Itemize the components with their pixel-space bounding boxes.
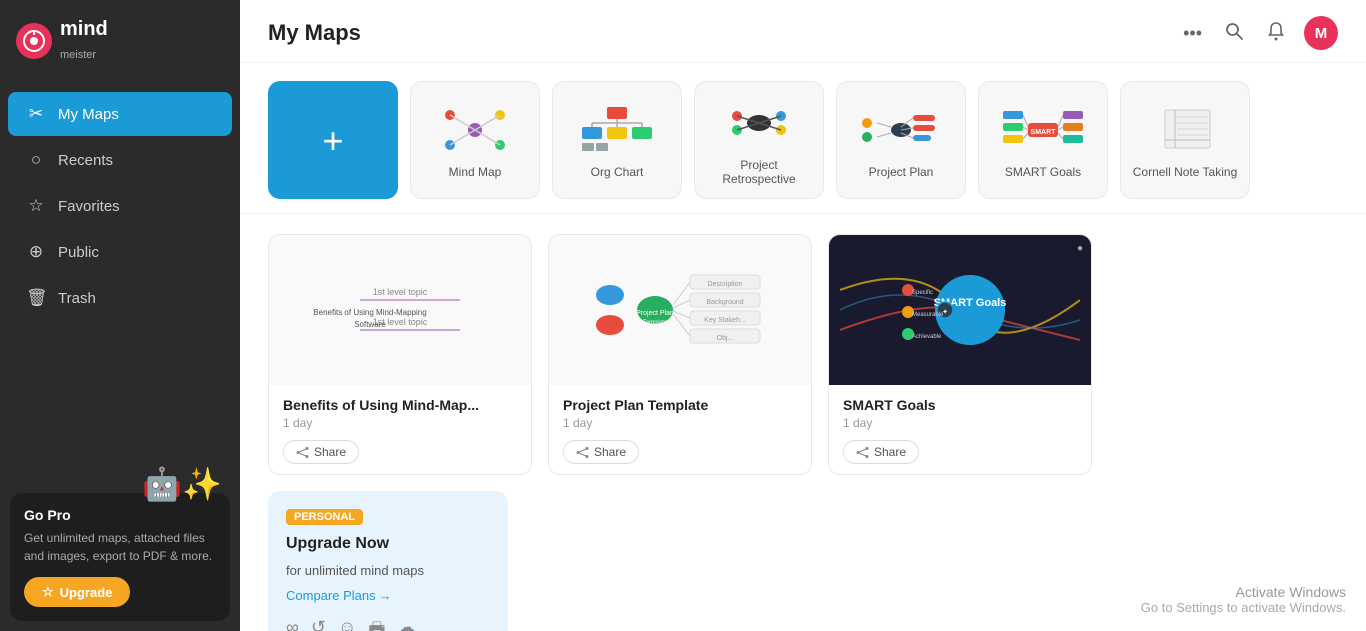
svg-text:Benefits of Using Mind-Mapping: Benefits of Using Mind-Mapping	[313, 308, 426, 317]
svg-text:Obj...: Obj...	[717, 335, 734, 342]
template-project-plan[interactable]: Project Plan	[836, 81, 966, 199]
globe-icon: ⊕	[26, 242, 46, 262]
sidebar-label-favorites: Favorites	[58, 198, 120, 215]
main-content: My Maps ••• M +	[240, 0, 1366, 631]
svg-text:Template: Template	[643, 320, 668, 326]
map-info-smart-goals: SMART Goals 1 day Share	[829, 385, 1091, 474]
map-name-smart-goals: SMART Goals	[843, 397, 1077, 413]
sidebar-item-public[interactable]: ⊕ Public	[8, 230, 232, 274]
notification-icon[interactable]	[1262, 17, 1290, 50]
upgrade-feature-icons: ∞ ↺ ☺ 🖶 ☁	[286, 617, 490, 631]
org-chart-thumb	[577, 103, 657, 157]
search-icon[interactable]	[1220, 17, 1248, 50]
plan-label: Project Plan	[869, 165, 934, 179]
svg-text:Specific: Specific	[912, 290, 933, 296]
map-time-benefits: 1 day	[283, 416, 517, 430]
sidebar-label-trash: Trash	[58, 290, 96, 307]
main-header: My Maps ••• M	[240, 0, 1366, 63]
sidebar-nav: ✂ My Maps ○ Recents ☆ Favorites ⊕ Public…	[0, 82, 240, 483]
header-icons: ••• M	[1179, 16, 1338, 50]
user-avatar[interactable]: M	[1304, 16, 1338, 50]
map-thumb-project-plan: Project Plan Template Description Backgr…	[549, 235, 811, 385]
map-card-smart-goals[interactable]: SMART Goals ✦ Specific Measurable Achiev…	[828, 234, 1092, 475]
svg-text:Background: Background	[706, 299, 743, 306]
svg-text:Achievable: Achievable	[912, 334, 942, 340]
arrow-right-icon: →	[379, 588, 392, 603]
sidebar-item-my-maps[interactable]: ✂ My Maps	[8, 92, 232, 136]
face-icon: ☺	[338, 617, 356, 631]
map-card-benefits[interactable]: 1st level topic 1st level topic Benefits…	[268, 234, 532, 475]
upgrade-title: Upgrade Now	[286, 535, 490, 553]
go-pro-description: Get unlimited maps, attached files and i…	[24, 529, 216, 565]
star-upgrade-icon: ☆	[42, 584, 54, 600]
svg-text:Description: Description	[707, 281, 742, 288]
svg-text:SMART: SMART	[1031, 129, 1057, 136]
retro-thumb	[719, 96, 799, 150]
page-title: My Maps	[268, 20, 361, 46]
sidebar-item-trash[interactable]: 🗑 Trash	[8, 276, 232, 320]
more-options-icon[interactable]: •••	[1179, 19, 1206, 48]
go-pro-banner: 🤖✨ Go Pro Get unlimited maps, attached f…	[10, 493, 230, 621]
mind-map-label: Mind Map	[449, 165, 502, 179]
trash-icon: 🗑	[26, 288, 46, 308]
sidebar-label-public: Public	[58, 244, 99, 261]
plan-thumb	[861, 103, 941, 157]
infinity-icon: ∞	[286, 617, 299, 631]
templates-row: + Mind Map	[240, 63, 1366, 214]
logo[interactable]: mindmeister	[0, 0, 240, 82]
cloud-icon: ☁	[397, 617, 415, 631]
cornell-label: Cornell Note Taking	[1133, 165, 1238, 179]
sidebar-item-favorites[interactable]: ☆ Favorites	[8, 184, 232, 228]
map-info-project-plan: Project Plan Template 1 day Share	[549, 385, 811, 474]
template-project-retrospective[interactable]: Project Retrospective	[694, 81, 824, 199]
map-name-benefits: Benefits of Using Mind-Map...	[283, 397, 517, 413]
compare-plans-link[interactable]: Compare Plans →	[286, 588, 490, 603]
template-org-chart[interactable]: Org Chart	[552, 81, 682, 199]
logo-text: mindmeister	[60, 18, 108, 64]
svg-text:Measurable: Measurable	[912, 312, 944, 318]
sidebar-label-my-maps: My Maps	[58, 106, 119, 123]
sidebar: mindmeister ✂ My Maps ○ Recents ☆ Favori…	[0, 0, 240, 631]
share-button-smart-goals[interactable]: Share	[843, 440, 919, 464]
sidebar-item-recents[interactable]: ○ Recents	[8, 138, 232, 182]
smart-label: SMART Goals	[1005, 165, 1081, 179]
map-name-project-plan: Project Plan Template	[563, 397, 797, 413]
sidebar-label-recents: Recents	[58, 152, 113, 169]
go-pro-title: Go Pro	[24, 507, 216, 523]
share-button-project-plan[interactable]: Share	[563, 440, 639, 464]
retro-label: Project Retrospective	[703, 158, 815, 186]
svg-text:1st level topic: 1st level topic	[373, 287, 428, 297]
new-map-button[interactable]: +	[268, 81, 398, 199]
map-time-project-plan: 1 day	[563, 416, 797, 430]
upgrade-card: PERSONAL Upgrade Now for unlimited mind …	[268, 491, 508, 631]
scissors-icon: ✂	[26, 104, 46, 124]
print-icon: 🖶	[368, 617, 385, 631]
map-thumb-smart-goals: SMART Goals ✦ Specific Measurable Achiev…	[829, 235, 1091, 385]
upgrade-button[interactable]: ☆ Upgrade	[24, 577, 130, 607]
template-cornell[interactable]: Cornell Note Taking	[1120, 81, 1250, 199]
plus-icon: +	[322, 120, 343, 162]
svg-text:Key Stakeh...: Key Stakeh...	[704, 317, 746, 324]
cornell-thumb	[1145, 103, 1225, 157]
map-card-project-plan[interactable]: Project Plan Template Description Backgr…	[548, 234, 812, 475]
mind-map-thumb	[435, 103, 515, 157]
history-icon: ↺	[311, 617, 326, 631]
logo-icon	[16, 23, 52, 59]
clock-icon: ○	[26, 150, 46, 170]
personal-badge: PERSONAL	[286, 509, 363, 525]
svg-text:Project Plan: Project Plan	[636, 310, 674, 317]
map-thumb-benefits: 1st level topic 1st level topic Benefits…	[269, 235, 531, 385]
map-info-benefits: Benefits of Using Mind-Map... 1 day Shar…	[269, 385, 531, 474]
template-smart-goals[interactable]: SMART SMART Goals	[978, 81, 1108, 199]
smart-thumb: SMART	[1003, 103, 1083, 157]
maps-grid: 1st level topic 1st level topic Benefits…	[240, 214, 1366, 631]
robot-icon: 🤖✨	[142, 465, 222, 503]
template-mind-map[interactable]: Mind Map	[410, 81, 540, 199]
star-icon: ☆	[26, 196, 46, 216]
org-chart-label: Org Chart	[591, 165, 644, 179]
upgrade-subtitle: for unlimited mind maps	[286, 563, 490, 578]
share-button-benefits[interactable]: Share	[283, 440, 359, 464]
map-time-smart-goals: 1 day	[843, 416, 1077, 430]
svg-text:Software: Software	[354, 320, 386, 329]
